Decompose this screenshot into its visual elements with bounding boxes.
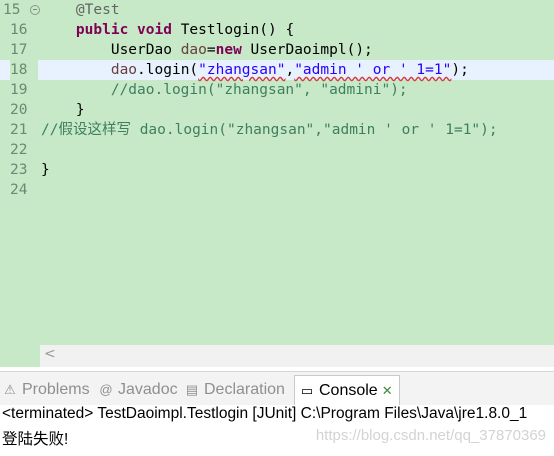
console-icon: ▭: [300, 383, 314, 398]
code-line[interactable]: 23}: [0, 160, 554, 180]
code-line[interactable]: 24: [0, 180, 554, 200]
line-number: 24: [10, 182, 28, 198]
code-token: UserDao: [41, 42, 181, 58]
code-text: }: [41, 160, 50, 180]
line-number: 15: [3, 2, 21, 18]
code-line[interactable]: 19 //dao.login("zhangsan", "admini");: [0, 80, 554, 100]
tab-problems[interactable]: ⚠ Problems: [2, 378, 90, 402]
code-token: //假设这样写 dao.login("zhangsan","admin ' or…: [41, 122, 498, 138]
code-token: "admin ' or ' 1=1": [294, 62, 452, 78]
code-token: "zhangsan": [198, 62, 286, 78]
code-text: @Test: [41, 0, 120, 20]
code-token: );: [451, 62, 469, 78]
views-tab-bar: ⚠ Problems @ Javadoc ▤ Declaration ▭ Console…: [0, 371, 554, 406]
code-token: @Test: [41, 2, 120, 18]
code-line[interactable]: 20 }: [0, 100, 554, 120]
code-line[interactable]: 18 dao.login("zhangsan","admin ' or ' 1=…: [0, 60, 554, 80]
code-token: dao: [180, 42, 207, 58]
console-output: 登陆失败!: [2, 431, 69, 448]
code-token: Testlogin() {: [171, 22, 295, 38]
code-line[interactable]: 16 public void Testlogin() {: [0, 20, 554, 40]
tab-console[interactable]: ▭ Console ✕: [294, 375, 400, 406]
tab-label: Problems: [22, 381, 90, 398]
code-text: //假设这样写 dao.login("zhangsan","admin ' or…: [41, 120, 498, 140]
code-token: //dao.login("zhangsan", "admini");: [41, 82, 408, 98]
line-number: 20: [10, 102, 28, 118]
code-token: new: [215, 42, 242, 58]
console-status: <terminated> TestDaoimpl.Testlogin [JUni…: [2, 405, 528, 422]
line-number: 22: [10, 142, 28, 158]
horizontal-scrollbar[interactable]: <: [40, 345, 554, 367]
line-number: 16: [10, 22, 28, 38]
scroll-left-icon[interactable]: <: [44, 346, 56, 362]
line-number: 17: [10, 42, 28, 58]
code-line[interactable]: 15− @Test: [0, 0, 554, 20]
tab-label: Javadoc: [118, 381, 178, 398]
code-token: .login(: [137, 62, 199, 78]
code-token: =: [206, 42, 216, 58]
tab-label: Declaration: [204, 381, 285, 398]
tab-declaration[interactable]: ▤ Declaration: [184, 378, 285, 402]
line-number: 19: [10, 82, 28, 98]
tab-label: Console: [319, 382, 378, 399]
close-icon[interactable]: ✕: [382, 383, 393, 398]
code-text: UserDao dao=new UserDaoimpl();: [41, 40, 373, 60]
fold-collapse-icon[interactable]: −: [30, 5, 40, 15]
code-editor[interactable]: 15− @Test 16 public void Testlogin() {17 …: [0, 0, 554, 345]
code-text: }: [41, 100, 85, 120]
gutter-footer: [0, 345, 40, 367]
code-token: void: [137, 22, 172, 38]
line-number: 18: [10, 60, 38, 80]
line-number: 23: [10, 162, 28, 178]
declaration-icon: ▤: [185, 382, 199, 397]
code-line[interactable]: 22: [0, 140, 554, 160]
javadoc-icon: @: [99, 382, 113, 397]
code-text: public void Testlogin() {: [41, 20, 294, 40]
code-token: dao: [110, 62, 138, 78]
watermark: https://blog.csdn.net/qq_37870369: [315, 427, 546, 444]
code-token: }: [41, 102, 85, 118]
tab-javadoc[interactable]: @ Javadoc: [98, 378, 178, 402]
line-number: 21: [10, 122, 28, 138]
code-token: UserDaoimpl();: [241, 42, 373, 58]
problems-icon: ⚠: [4, 382, 16, 397]
code-line[interactable]: 17 UserDao dao=new UserDaoimpl();: [0, 40, 554, 60]
code-token: }: [41, 162, 50, 178]
code-text: //dao.login("zhangsan", "admini");: [41, 80, 408, 100]
code-token: ,: [285, 62, 295, 78]
console-view[interactable]: <terminated> TestDaoimpl.Testlogin [JUni…: [0, 405, 554, 456]
code-token: public: [75, 22, 129, 38]
code-line[interactable]: 21 //假设这样写 dao.login("zhangsan","admin ' …: [0, 120, 554, 140]
code-text: dao.login("zhangsan","admin ' or ' 1=1")…: [41, 60, 469, 80]
